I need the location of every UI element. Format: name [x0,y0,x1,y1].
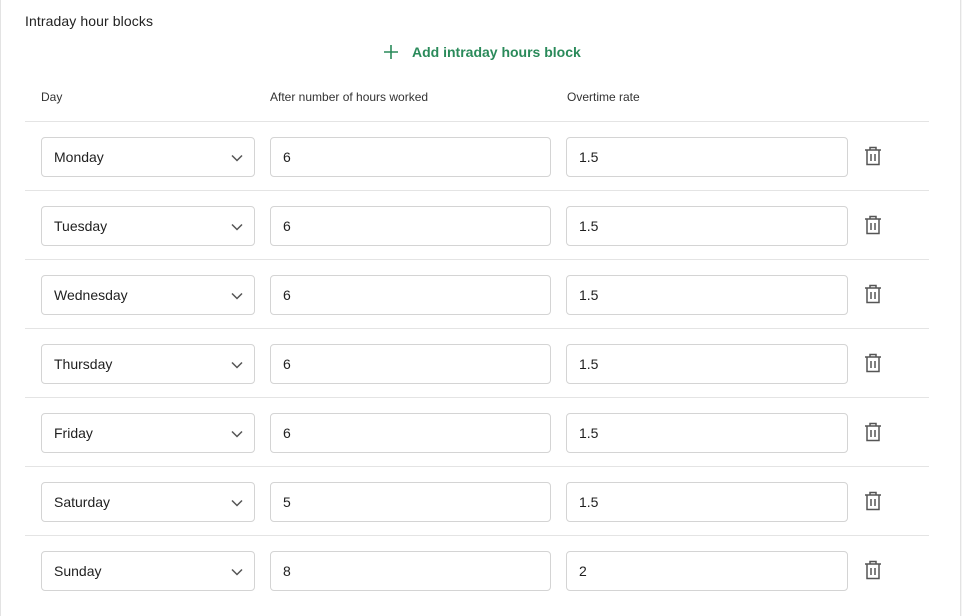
overtime-rate-input[interactable]: 1.5 [566,206,848,246]
day-select[interactable]: Thursday [41,344,255,384]
intraday-block-row: Sunday 8 2 [25,535,929,604]
hours-worked-value: 8 [283,563,291,579]
overtime-rate-value: 1.5 [579,149,599,165]
hours-worked-value: 6 [283,356,291,372]
column-header-day: Day [41,90,63,104]
overtime-rate-value: 1.5 [579,494,599,510]
chevron-down-icon [231,568,243,576]
day-select-value: Saturday [54,494,111,510]
day-select[interactable]: Wednesday [41,275,255,315]
hours-worked-input[interactable]: 5 [270,482,551,522]
trash-icon[interactable] [864,353,882,373]
trash-icon[interactable] [864,491,882,511]
column-header-hours: After number of hours worked [270,90,429,104]
day-select-value: Thursday [54,356,113,372]
trash-icon[interactable] [864,215,882,235]
chevron-down-icon [231,223,243,231]
chevron-down-icon [231,292,243,300]
overtime-rate-value: 1.5 [579,425,599,441]
chevron-down-icon [231,499,243,507]
day-select[interactable]: Monday [41,137,255,177]
day-select-value: Tuesday [54,218,108,234]
hours-worked-input[interactable]: 6 [270,413,551,453]
day-select-value: Wednesday [54,287,128,303]
add-intraday-block-label: Add intraday hours block [412,44,581,60]
trash-icon[interactable] [864,560,882,580]
overtime-rate-input[interactable]: 1.5 [566,482,848,522]
hours-worked-value: 6 [283,287,291,303]
intraday-block-row: Thursday 6 1.5 [25,328,929,397]
hours-worked-input[interactable]: 6 [270,344,551,384]
day-select[interactable]: Friday [41,413,255,453]
intraday-block-row: Saturday 5 1.5 [25,466,929,535]
add-intraday-block-button[interactable]: Add intraday hours block [383,44,581,60]
day-select[interactable]: Sunday [41,551,255,591]
overtime-rate-value: 1.5 [579,287,599,303]
chevron-down-icon [231,361,243,369]
hours-worked-input[interactable]: 8 [270,551,551,591]
day-select[interactable]: Tuesday [41,206,255,246]
day-select-value: Sunday [54,563,102,579]
day-select-value: Friday [54,425,93,441]
plus-icon [384,45,398,59]
overtime-rate-value: 2 [579,563,587,579]
intraday-hours-card: Intraday hour blocks Add intraday hours … [0,0,961,616]
chevron-down-icon [231,154,243,162]
hours-worked-value: 6 [283,149,291,165]
intraday-blocks-list: Monday 6 1.5 Tuesday 6 1.5 Wednesday 6 1… [25,121,929,604]
day-select[interactable]: Saturday [41,482,255,522]
hours-worked-input[interactable]: 6 [270,275,551,315]
section-title: Intraday hour blocks [25,13,154,29]
overtime-rate-value: 1.5 [579,356,599,372]
intraday-block-row: Monday 6 1.5 [25,121,929,190]
trash-icon[interactable] [864,146,882,166]
overtime-rate-input[interactable]: 1.5 [566,275,848,315]
overtime-rate-input[interactable]: 1.5 [566,413,848,453]
intraday-block-row: Friday 6 1.5 [25,397,929,466]
hours-worked-input[interactable]: 6 [270,137,551,177]
day-select-value: Monday [54,149,104,165]
trash-icon[interactable] [864,284,882,304]
hours-worked-value: 5 [283,494,291,510]
intraday-block-row: Wednesday 6 1.5 [25,259,929,328]
hours-worked-value: 6 [283,218,291,234]
overtime-rate-input[interactable]: 1.5 [566,137,848,177]
column-header-rate: Overtime rate [567,90,640,104]
trash-icon[interactable] [864,422,882,442]
hours-worked-input[interactable]: 6 [270,206,551,246]
hours-worked-value: 6 [283,425,291,441]
chevron-down-icon [231,430,243,438]
overtime-rate-input[interactable]: 2 [566,551,848,591]
intraday-block-row: Tuesday 6 1.5 [25,190,929,259]
overtime-rate-value: 1.5 [579,218,599,234]
overtime-rate-input[interactable]: 1.5 [566,344,848,384]
